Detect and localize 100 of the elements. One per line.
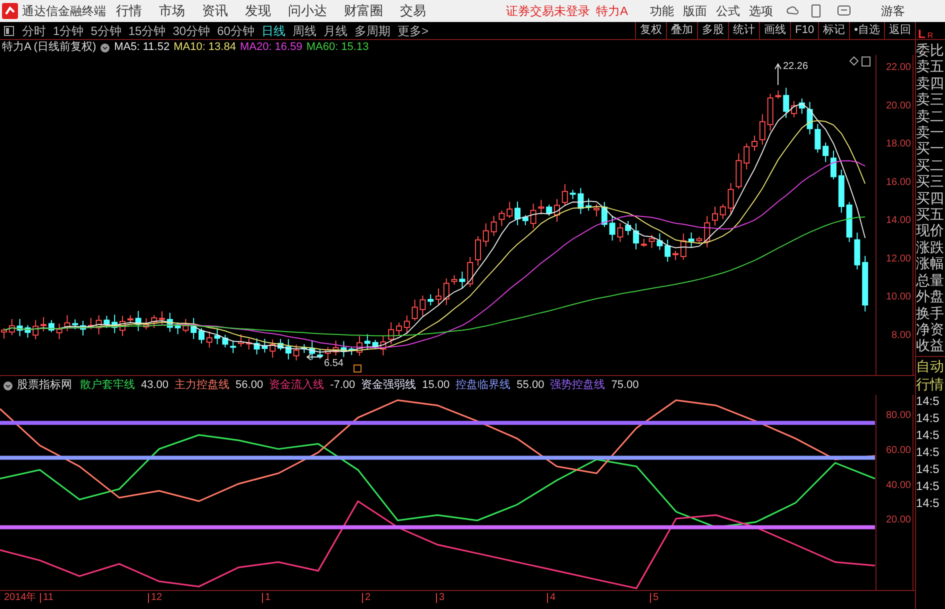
menu-item[interactable]: 资讯 bbox=[202, 1, 228, 21]
axis-label: 8.00 bbox=[892, 330, 911, 341]
candlestick bbox=[798, 98, 805, 114]
toolbar-button[interactable]: 叠加 bbox=[666, 22, 698, 40]
toolbar-button[interactable]: 多股 bbox=[697, 22, 728, 40]
toolbar-button[interactable]: 标记 bbox=[818, 22, 850, 40]
candlestick bbox=[759, 114, 766, 146]
candlestick bbox=[648, 234, 655, 248]
candlestick bbox=[72, 318, 78, 330]
toolbar-button[interactable]: 复权 bbox=[635, 22, 666, 40]
candlestick bbox=[775, 90, 782, 100]
menu-item[interactable]: 行情 bbox=[116, 1, 142, 21]
menu-item[interactable]: 版面 bbox=[683, 2, 708, 20]
quote-label: 涨跌 bbox=[916, 238, 945, 256]
phone-icon[interactable] bbox=[811, 4, 822, 18]
candlestick bbox=[562, 184, 568, 207]
candlestick bbox=[490, 215, 497, 236]
message-icon[interactable] bbox=[837, 5, 852, 17]
toolbar-button[interactable]: 返回 bbox=[884, 22, 915, 40]
candlestick bbox=[609, 215, 616, 242]
toolbar-button[interactable]: 统计 bbox=[728, 22, 760, 40]
menu-item[interactable]: 公式 bbox=[716, 2, 740, 20]
candlestick bbox=[482, 222, 489, 248]
candlestick bbox=[340, 340, 347, 358]
period-tab[interactable]: 15分钟 bbox=[128, 24, 166, 36]
candlestick bbox=[578, 188, 584, 214]
trade-time: 14:5 bbox=[916, 444, 940, 461]
quote-label: 现价 bbox=[916, 222, 945, 239]
legend-label: 控盘临界线 bbox=[456, 378, 511, 394]
panel-toggle-icon[interactable] bbox=[4, 26, 14, 36]
candlestick bbox=[56, 323, 62, 340]
period-tab[interactable]: 60分钟 bbox=[217, 24, 254, 36]
toolbar-button[interactable]: 画线 bbox=[759, 22, 790, 40]
candlestick bbox=[846, 202, 852, 242]
date-label: 5 bbox=[650, 593, 659, 603]
legend-value: -7.00 bbox=[330, 378, 356, 394]
candlestick bbox=[791, 100, 797, 118]
period-tab[interactable]: 分时 bbox=[22, 24, 46, 36]
side-tab[interactable]: 行情 bbox=[916, 374, 945, 393]
stock-name: 特力A bbox=[596, 3, 628, 20]
candlestick bbox=[838, 169, 844, 214]
period-tab[interactable]: 更多> bbox=[397, 24, 428, 36]
candlestick bbox=[356, 335, 362, 356]
candlestick bbox=[230, 340, 236, 354]
candlestick bbox=[672, 250, 678, 261]
candlestick bbox=[633, 222, 639, 250]
candlestick bbox=[1, 328, 7, 340]
axis-label: 60.00 bbox=[886, 444, 911, 456]
menu-item[interactable]: 发现 bbox=[245, 1, 271, 21]
side-tab[interactable]: 自动 bbox=[916, 356, 945, 375]
candlestick bbox=[120, 315, 126, 336]
candlestick bbox=[396, 322, 402, 336]
quote-label: 卖三 bbox=[916, 91, 945, 108]
candlestick bbox=[182, 318, 189, 333]
axis-label: 14.00 bbox=[886, 215, 911, 226]
ma-value: MA5: 11.52 bbox=[114, 40, 170, 56]
quote-label: 买四 bbox=[916, 190, 945, 206]
settings-icon[interactable] bbox=[3, 380, 13, 390]
candlestick bbox=[40, 316, 46, 332]
period-tab[interactable]: 5分钟 bbox=[90, 24, 122, 36]
menu-item[interactable]: 选项 bbox=[749, 2, 774, 20]
candlestick bbox=[498, 210, 505, 226]
candlestick bbox=[830, 150, 836, 180]
candlestick bbox=[680, 233, 686, 260]
menu-item[interactable]: 市场 bbox=[159, 1, 185, 21]
settings-icon[interactable] bbox=[100, 42, 110, 52]
period-tab[interactable]: 周线 bbox=[292, 24, 316, 36]
axis-label: 20.00 bbox=[886, 100, 911, 112]
trade-time: 14:5 bbox=[916, 426, 940, 444]
menu-item[interactable]: 功能 bbox=[650, 2, 674, 20]
toolbar-button[interactable]: •自选 bbox=[849, 22, 884, 40]
candlestick bbox=[388, 322, 394, 345]
menu-item[interactable]: 交易 bbox=[400, 1, 426, 21]
candlestick bbox=[246, 338, 252, 350]
candlestick bbox=[451, 274, 458, 286]
period-tab[interactable]: 月线 bbox=[323, 24, 348, 36]
toolbar-button[interactable]: F10 bbox=[790, 22, 818, 40]
price-mark: 22.26 bbox=[783, 61, 808, 72]
candlestick bbox=[459, 271, 466, 289]
menu-item[interactable]: 财富圈 bbox=[344, 1, 383, 21]
candlestick bbox=[664, 239, 671, 262]
period-tab[interactable]: 1分钟 bbox=[53, 24, 84, 36]
candlestick bbox=[428, 294, 434, 306]
candlestick bbox=[546, 204, 552, 216]
axis-label: 40.00 bbox=[886, 480, 911, 491]
quote-label: 净资 bbox=[916, 320, 945, 338]
date-label: 3 bbox=[436, 593, 445, 603]
candlestick bbox=[712, 206, 718, 226]
legend-value: 55.00 bbox=[516, 378, 544, 394]
arrow-icon bbox=[306, 354, 322, 360]
period-tab[interactable]: 多周期 bbox=[354, 24, 390, 36]
candlestick bbox=[372, 339, 378, 350]
user-name[interactable]: 游客 bbox=[881, 2, 906, 20]
menu-item[interactable]: 问小达 bbox=[288, 1, 327, 21]
axis-label: 12.00 bbox=[886, 253, 911, 264]
period-tab[interactable]: 日线 bbox=[261, 24, 286, 36]
period-tab[interactable]: 30分钟 bbox=[172, 24, 210, 36]
legend-value: 56.00 bbox=[236, 378, 264, 394]
quote-label: 换手 bbox=[916, 304, 945, 321]
arrow-icon bbox=[774, 63, 782, 86]
